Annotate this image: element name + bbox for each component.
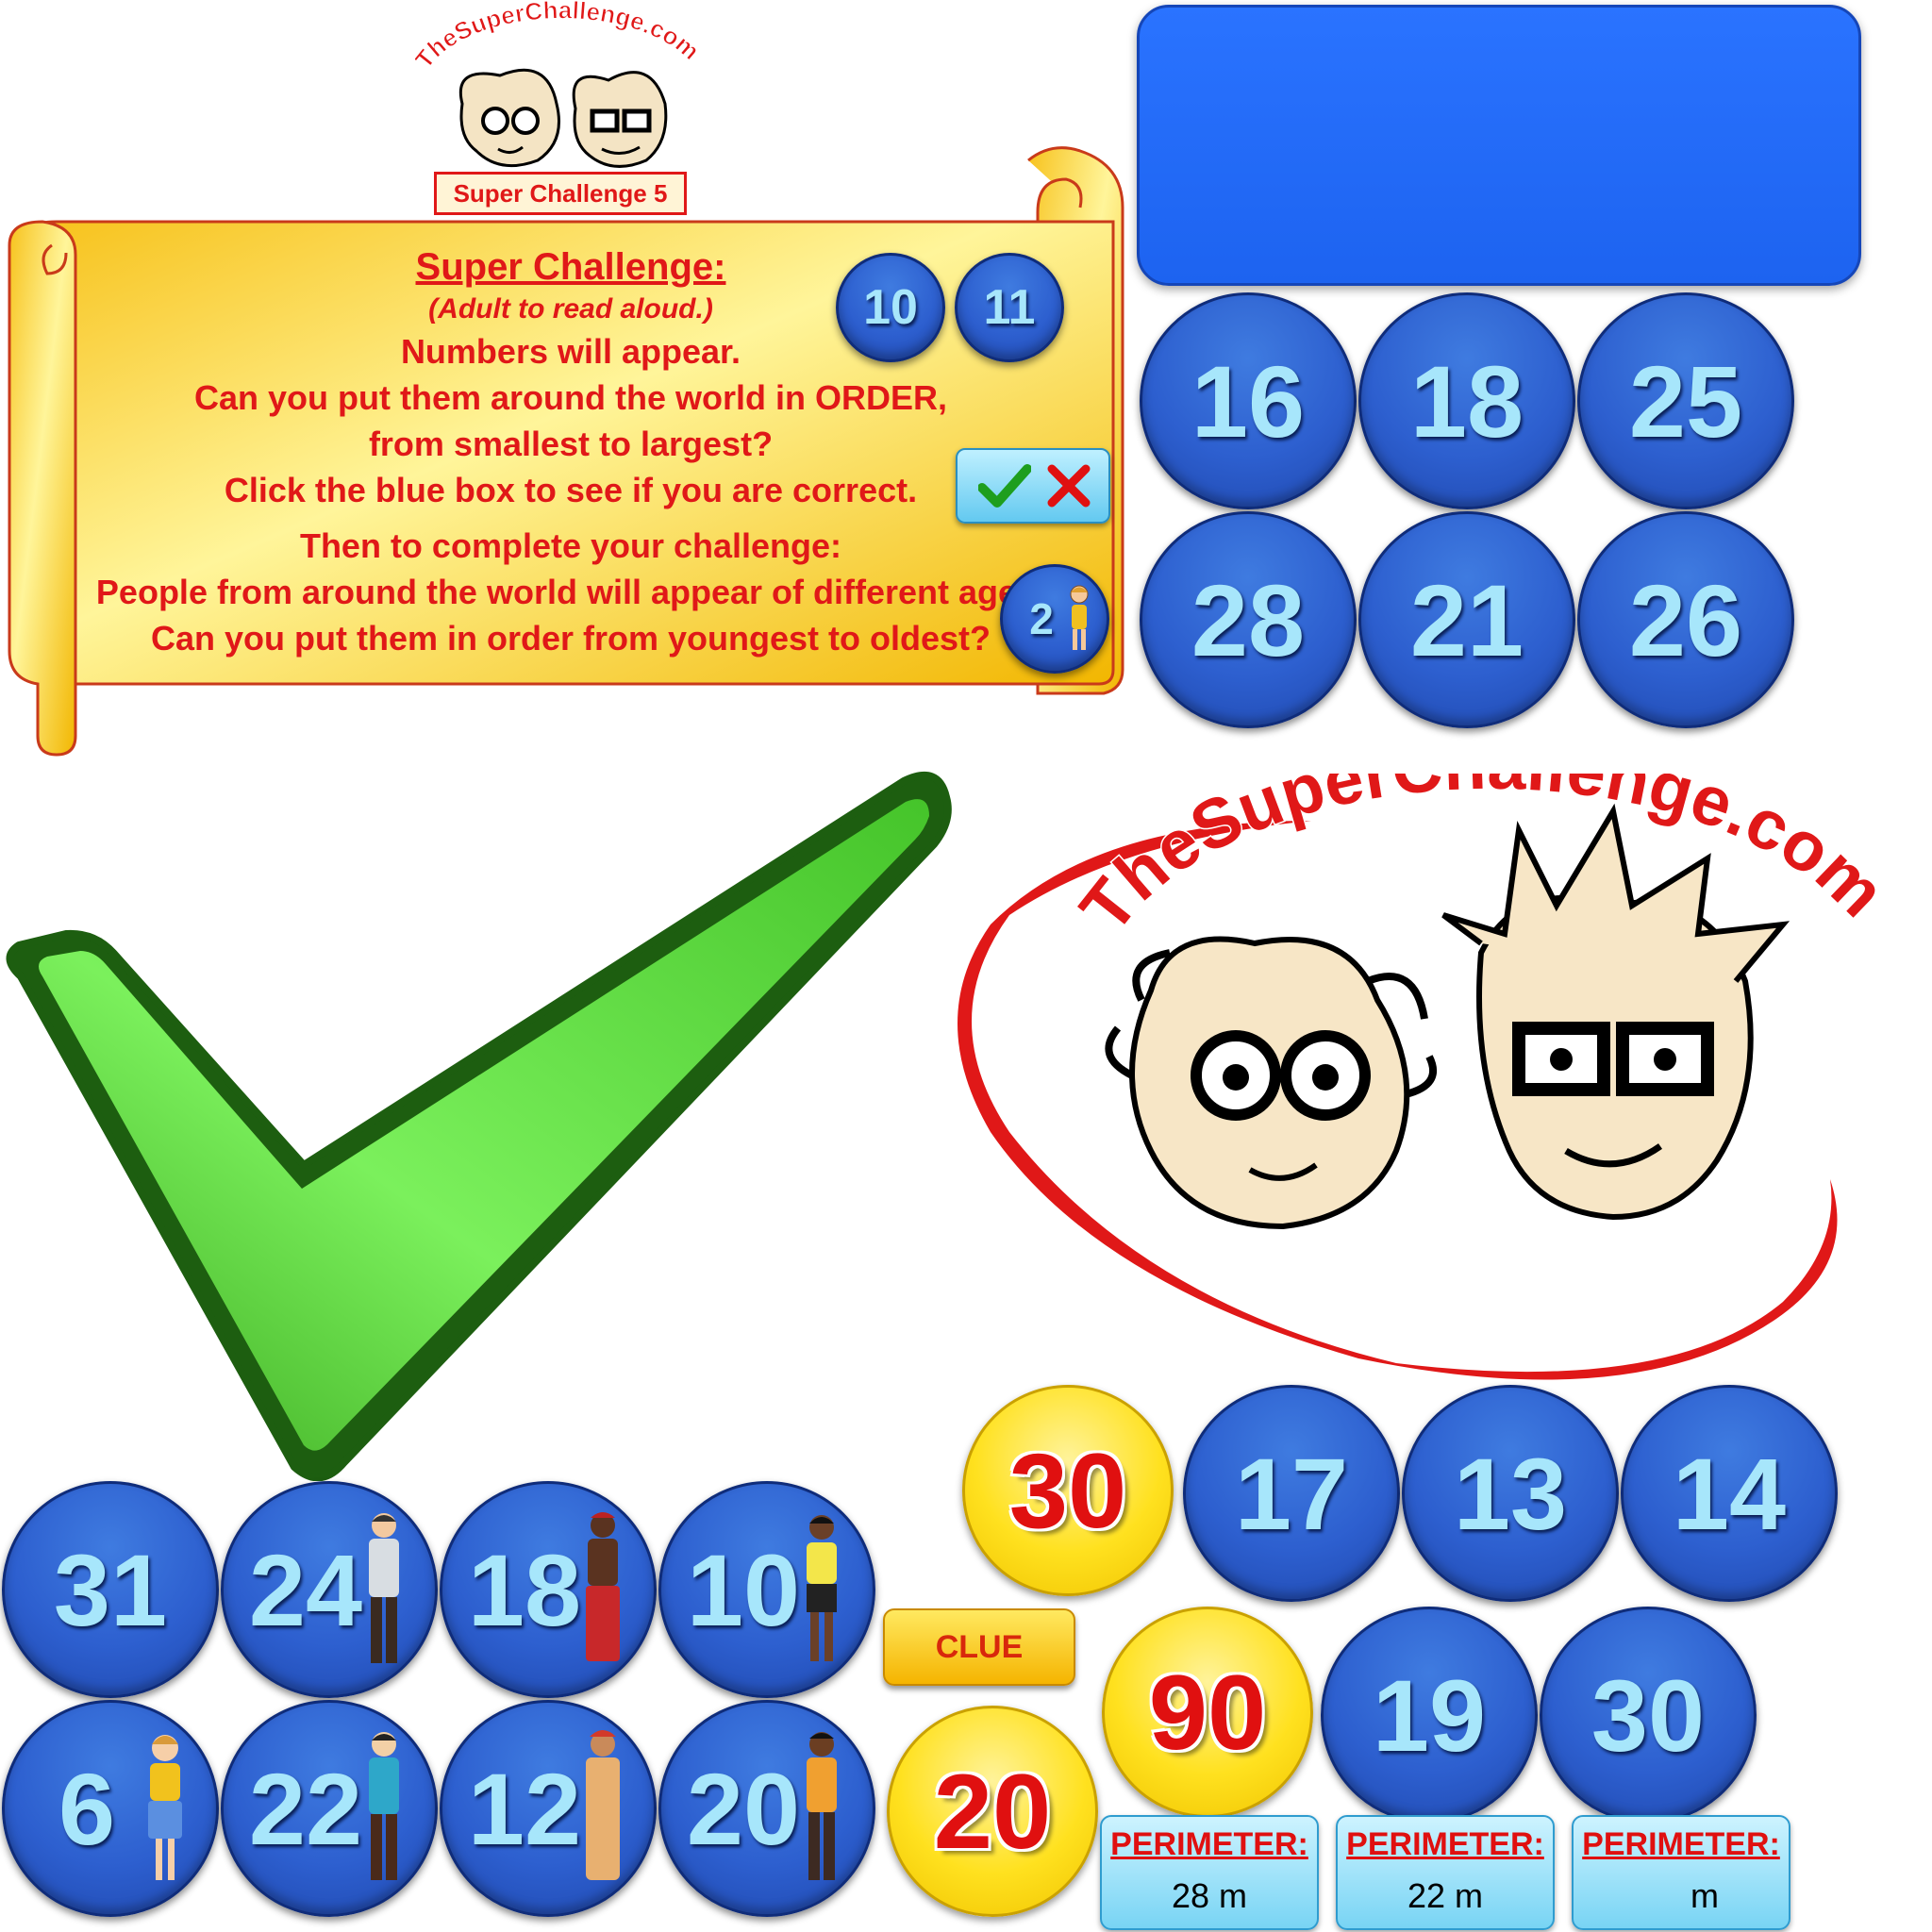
clue-button-label: CLUE bbox=[935, 1628, 1024, 1665]
number-disc[interactable]: 21 bbox=[1358, 511, 1575, 728]
big-checkmark-icon bbox=[6, 771, 952, 1481]
woman-face-icon bbox=[1105, 936, 1437, 1230]
perimeter-value: 22 bbox=[1407, 1876, 1446, 1915]
man-face-icon bbox=[1441, 803, 1790, 1221]
scroll-line: from smallest to largest? bbox=[368, 425, 774, 463]
person-icon bbox=[807, 1515, 837, 1661]
check-answer-button[interactable] bbox=[956, 448, 1110, 524]
perimeter-unit: m bbox=[1219, 1876, 1248, 1915]
number-disc[interactable]: 26 bbox=[1577, 511, 1794, 728]
perimeter-value: 28 bbox=[1171, 1876, 1210, 1915]
person-icon bbox=[1070, 585, 1089, 650]
number-disc[interactable]: 30 bbox=[1540, 1607, 1757, 1824]
person-age-disc[interactable]: 22 bbox=[221, 1700, 438, 1917]
perimeter-label: PERIMETER: bbox=[1110, 1826, 1308, 1862]
yellow-number-disc[interactable]: 90 bbox=[1102, 1607, 1313, 1818]
person-icon bbox=[807, 1732, 837, 1880]
scroll-line: Can you put them around the world in ORD… bbox=[194, 378, 947, 417]
yellow-number-disc[interactable]: 20 bbox=[887, 1706, 1098, 1917]
person-icon bbox=[369, 1732, 399, 1880]
perimeter-label: PERIMETER: bbox=[1582, 1826, 1780, 1862]
perimeter-label: PERIMETER: bbox=[1346, 1826, 1544, 1862]
number-disc[interactable]: 19 bbox=[1321, 1607, 1538, 1824]
person-icon bbox=[586, 1512, 620, 1661]
number-disc[interactable]: 16 bbox=[1140, 292, 1357, 509]
svg-text:TheSuperChallenge.com: TheSuperChallenge.com bbox=[1065, 774, 1900, 946]
number-disc[interactable]: 31 bbox=[2, 1481, 219, 1698]
cross-icon bbox=[1047, 464, 1091, 508]
svg-text:TheSuperChallenge.com: TheSuperChallenge.com bbox=[415, 0, 705, 74]
scroll-line: Can you put them in order from youngest … bbox=[150, 619, 991, 658]
person-icon bbox=[148, 1735, 182, 1880]
person-age-disc[interactable]: 24 bbox=[221, 1481, 438, 1698]
perimeter-card[interactable]: PERIMETER: 22 m bbox=[1336, 1815, 1555, 1930]
example-person-disc: 2 bbox=[1000, 564, 1109, 674]
perimeter-unit: m bbox=[1455, 1876, 1484, 1915]
big-logo: TheSuperChallenge.com bbox=[958, 774, 1902, 1380]
small-logo-text: TheSuperChallenge.com bbox=[415, 0, 706, 74]
example-number-disc: 10 bbox=[836, 253, 945, 362]
number-disc[interactable]: 25 bbox=[1577, 292, 1794, 509]
number-disc[interactable]: 14 bbox=[1621, 1385, 1838, 1602]
scroll-line: People from around the world will appear… bbox=[95, 573, 1046, 611]
person-icon bbox=[369, 1513, 399, 1663]
scroll-line: Click the blue box to see if you are cor… bbox=[224, 471, 918, 509]
person-age-disc[interactable]: 12 bbox=[440, 1700, 657, 1917]
clue-button[interactable]: CLUE bbox=[883, 1608, 1075, 1686]
perimeter-unit: m bbox=[1690, 1876, 1719, 1915]
perimeter-card[interactable]: PERIMETER: m bbox=[1572, 1815, 1790, 1930]
person-icon bbox=[586, 1730, 620, 1880]
scroll-line: Then to complete your challenge: bbox=[299, 526, 842, 565]
example-number-disc: 11 bbox=[955, 253, 1064, 362]
person-age-disc[interactable]: 10 bbox=[658, 1481, 875, 1698]
number-disc[interactable]: 13 bbox=[1402, 1385, 1619, 1602]
checkmark-icon bbox=[978, 464, 1031, 508]
person-age-disc[interactable]: 18 bbox=[440, 1481, 657, 1698]
perimeter-card[interactable]: PERIMETER: 28 m bbox=[1100, 1815, 1319, 1930]
blue-answer-box[interactable] bbox=[1137, 5, 1861, 286]
number-disc[interactable]: 17 bbox=[1183, 1385, 1400, 1602]
big-logo-text: TheSuperChallenge.com bbox=[1063, 774, 1901, 948]
yellow-number-disc[interactable]: 30 bbox=[962, 1385, 1174, 1596]
person-age-disc[interactable]: 20 bbox=[658, 1700, 875, 1917]
number-disc[interactable]: 28 bbox=[1140, 511, 1357, 728]
number-disc[interactable]: 18 bbox=[1358, 292, 1575, 509]
person-age-disc[interactable]: 6 bbox=[2, 1700, 219, 1917]
